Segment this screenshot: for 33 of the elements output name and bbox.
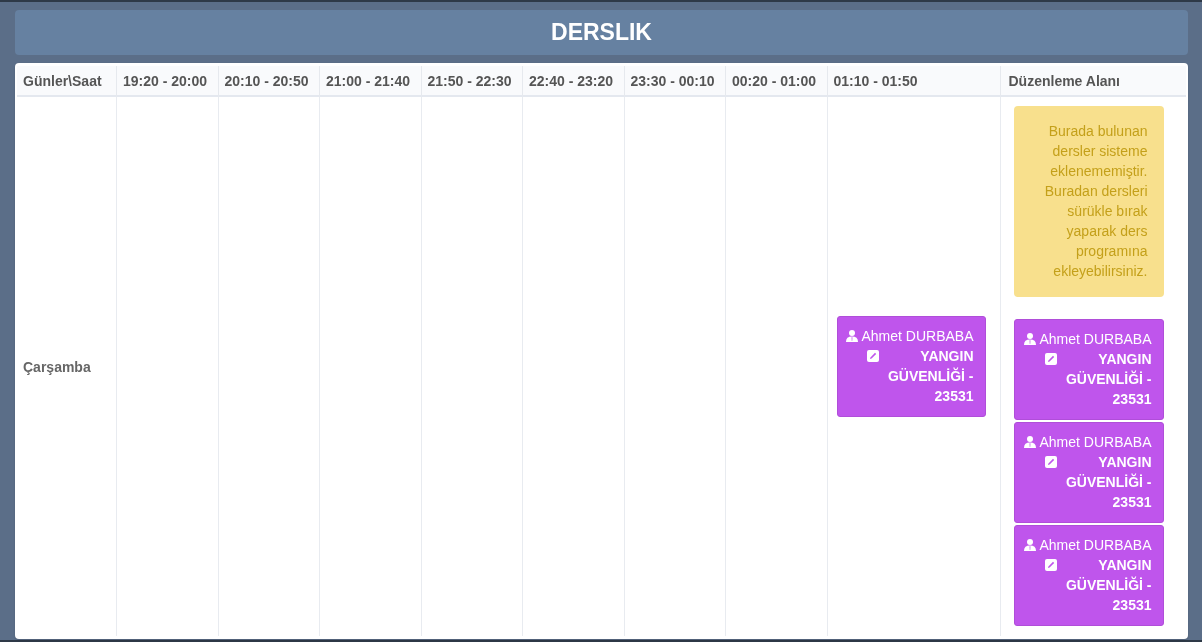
teacher-name: Ahmet DURBABA xyxy=(1039,331,1152,347)
column-header: 20:10 - 20:50 xyxy=(218,66,320,97)
person-icon xyxy=(1024,539,1037,551)
column-header: 21:00 - 21:40 xyxy=(320,66,422,97)
info-note: Burada bulunan dersler sisteme eklenememiştir. Buradan dersleri sürükle bırak yaparak ders programına ekleyebilirsiniz. xyxy=(1013,106,1164,297)
edit-icon xyxy=(866,350,879,362)
lesson-card[interactable]: Ahmet DURBABA YANGIN GÜVENLİĞİ - 23531 xyxy=(1013,422,1164,523)
column-header: 21:50 - 22:30 xyxy=(421,66,523,97)
course-title: YANGIN GÜVENLİĞİ - 23531 xyxy=(1064,350,1152,409)
teacher-name: Ahmet DURBABA xyxy=(1039,434,1152,450)
lesson-card[interactable]: Ahmet DURBABA YANGIN GÜVENLİĞİ - 23531 xyxy=(1013,319,1164,420)
column-header: 22:40 - 23:20 xyxy=(523,66,625,97)
person-icon xyxy=(846,330,859,342)
column-header: 19:20 - 20:00 xyxy=(117,66,219,97)
course-title: YANGIN GÜVENLİĞİ - 23531 xyxy=(1064,453,1152,512)
teacher-name: Ahmet DURBABA xyxy=(861,328,974,344)
column-header: Düzenleme Alanı xyxy=(1000,66,1186,97)
column-header: 01:10 - 01:50 xyxy=(827,66,1001,97)
page-title: DERSLIK xyxy=(551,19,652,46)
day-label: Çarşamba xyxy=(23,358,92,375)
column-header: 23:30 - 00:10 xyxy=(624,66,726,97)
course-title: YANGIN GÜVENLİĞİ - 23531 xyxy=(886,347,974,406)
edit-icon xyxy=(1044,353,1057,365)
person-icon xyxy=(1024,436,1037,448)
lesson-card[interactable]: Ahmet DURBABA YANGIN GÜVENLİĞİ - 23531 xyxy=(836,316,986,417)
edit-icon xyxy=(1044,456,1057,468)
edit-icon xyxy=(1044,559,1057,571)
column-header: 00:20 - 01:00 xyxy=(726,66,828,97)
course-title: YANGIN GÜVENLİĞİ - 23531 xyxy=(1064,556,1152,615)
lesson-card[interactable]: Ahmet DURBABA YANGIN GÜVENLİĞİ - 23531 xyxy=(1013,525,1164,626)
person-icon xyxy=(1024,333,1037,345)
teacher-name: Ahmet DURBABA xyxy=(1039,537,1152,553)
column-header: Günler\Saat xyxy=(17,66,117,97)
